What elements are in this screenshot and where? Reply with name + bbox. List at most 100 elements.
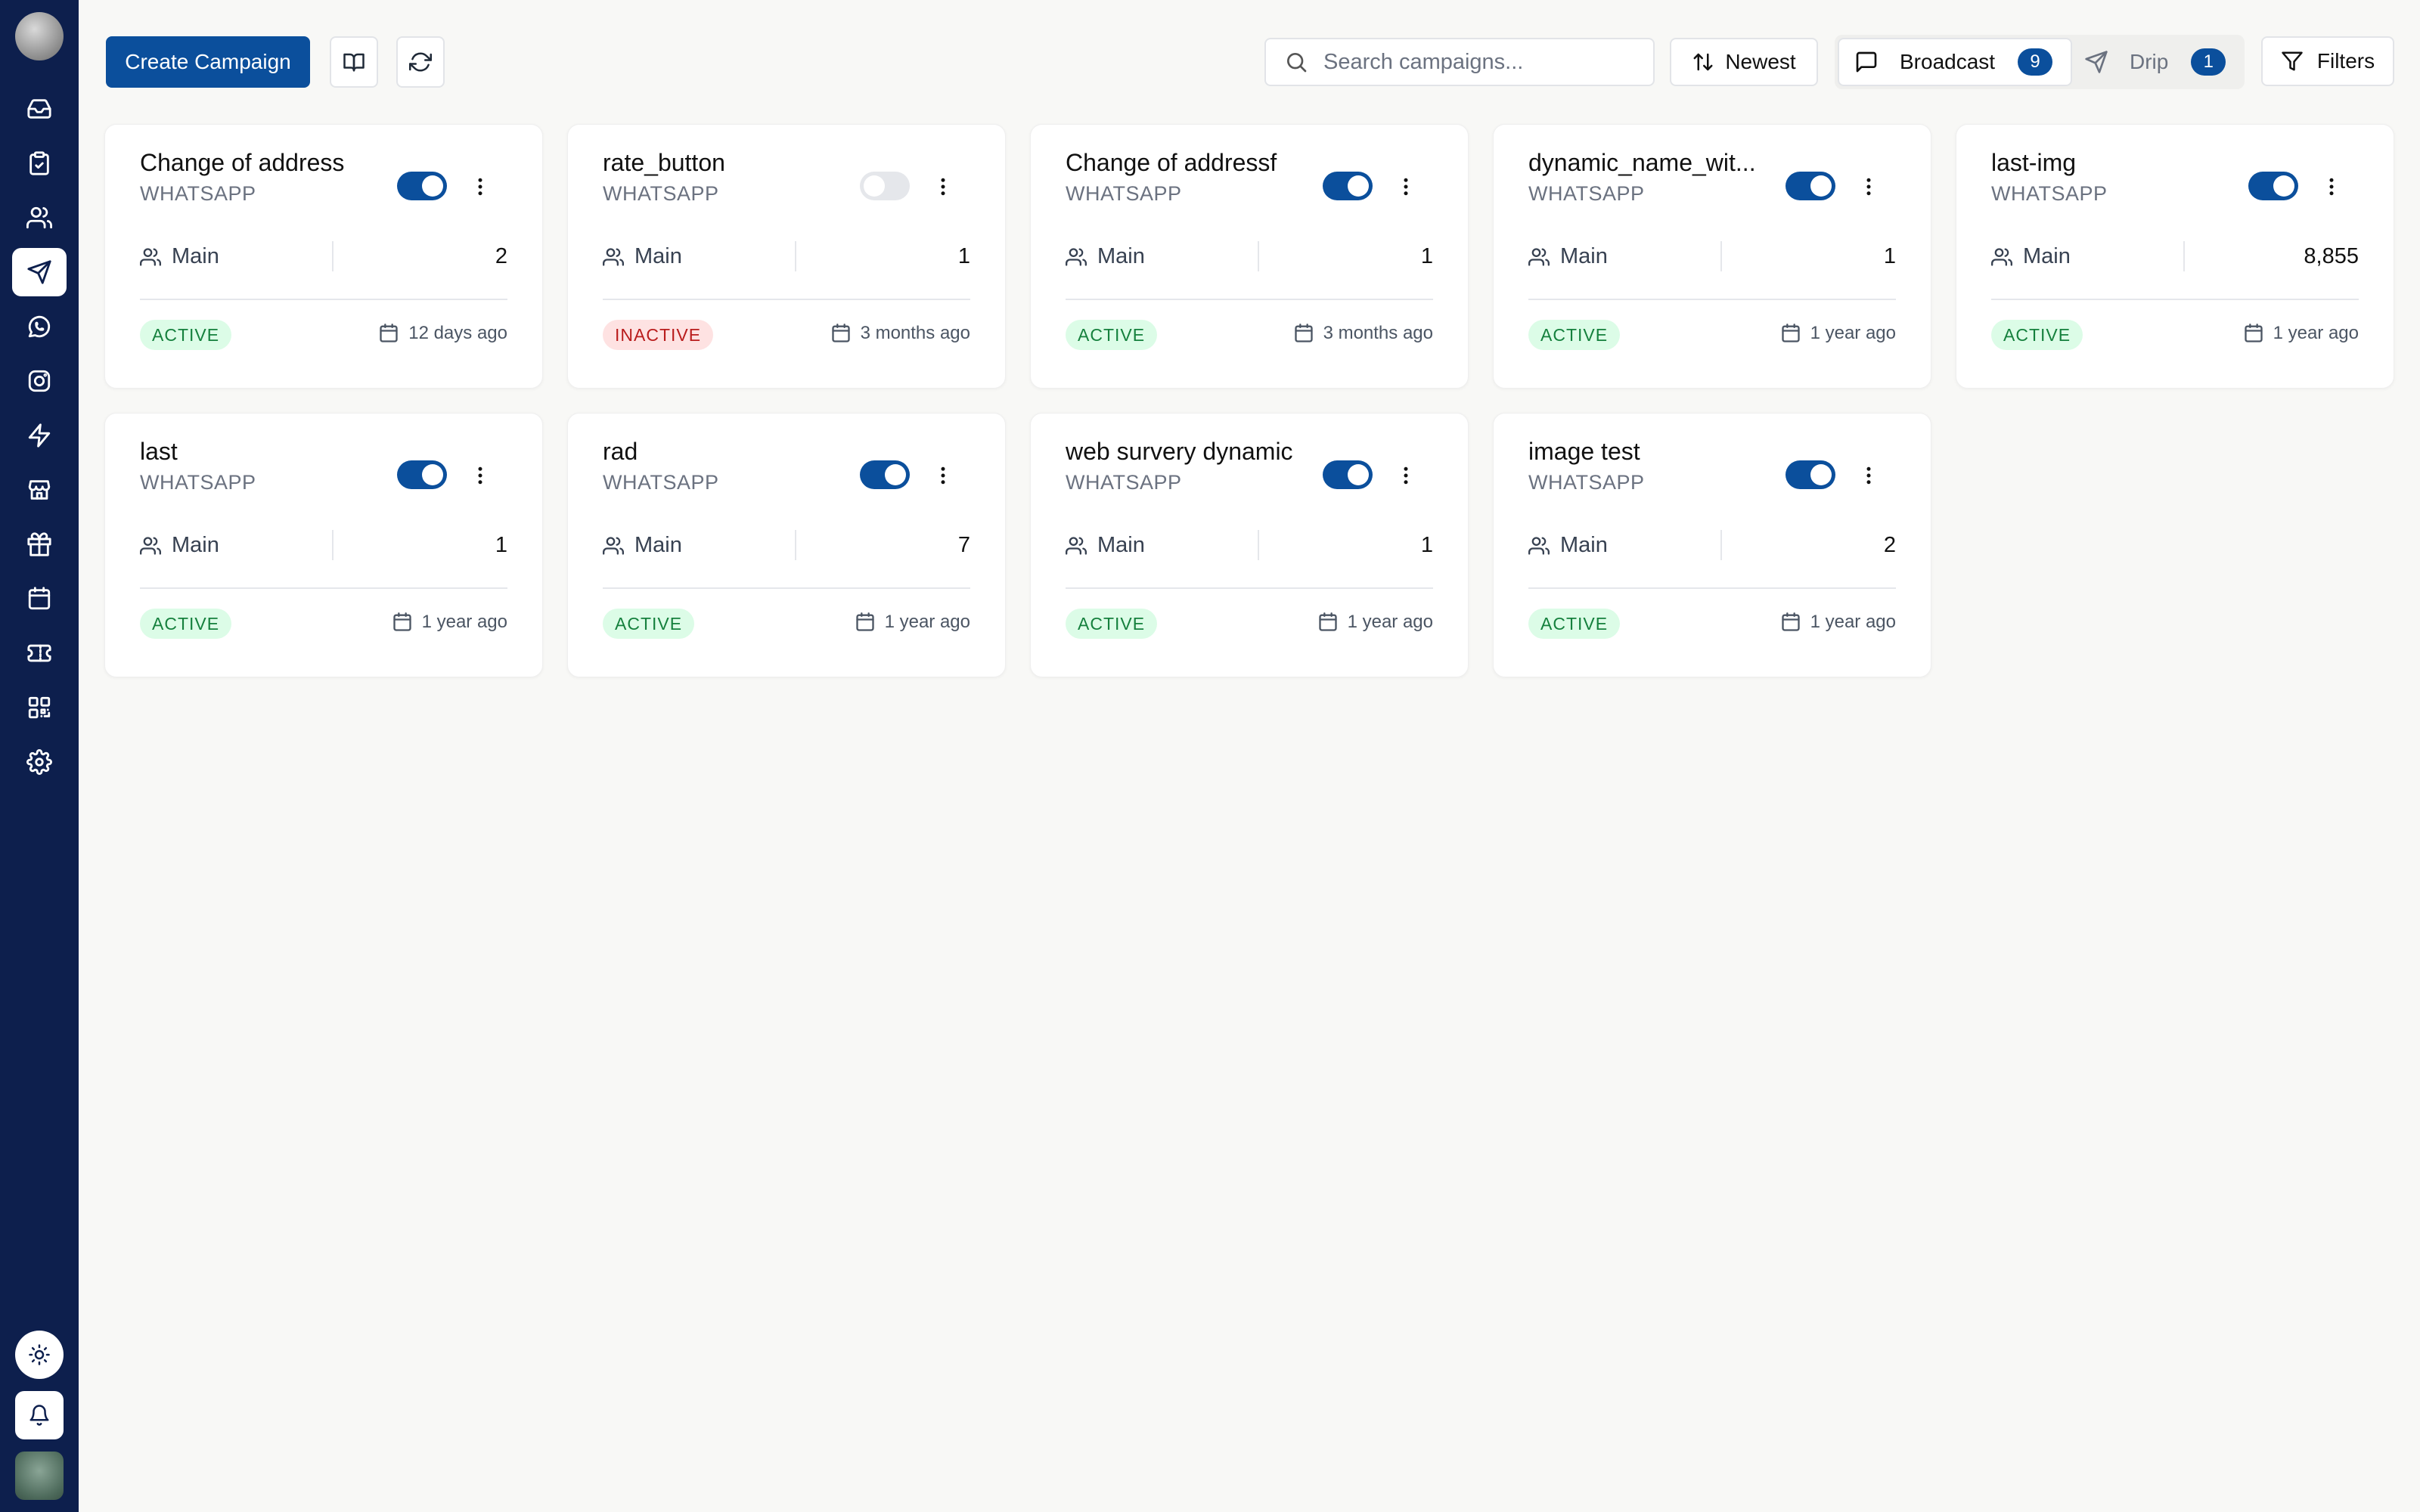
qr-code-icon[interactable] bbox=[12, 683, 67, 732]
campaign-toggle[interactable] bbox=[1323, 460, 1373, 489]
sort-button[interactable]: Newest bbox=[1670, 38, 1818, 86]
tab-broadcast[interactable]: Broadcast 9 bbox=[1838, 38, 2072, 86]
zap-icon[interactable] bbox=[12, 411, 67, 460]
campaign-type-tabs: Broadcast 9 Drip 1 bbox=[1835, 35, 2245, 89]
search-input[interactable] bbox=[1323, 49, 1641, 75]
campaign-card[interactable]: web survery dynamic WHATSAPP Main 1 ACTI… bbox=[1030, 413, 1469, 677]
create-campaign-button[interactable]: Create Campaign bbox=[106, 36, 310, 88]
more-options-button[interactable] bbox=[1854, 170, 1884, 203]
divider bbox=[795, 530, 796, 560]
divider bbox=[2183, 241, 2185, 271]
campaign-toggle[interactable] bbox=[397, 460, 447, 489]
filters-button[interactable]: Filters bbox=[2261, 36, 2394, 86]
inbox-icon[interactable] bbox=[12, 85, 67, 133]
more-options-button[interactable] bbox=[2316, 170, 2347, 203]
docs-button[interactable] bbox=[330, 36, 378, 88]
campaign-channel: WHATSAPP bbox=[603, 471, 719, 494]
campaign-toggle[interactable] bbox=[860, 460, 910, 489]
recipient-count: 2 bbox=[1883, 533, 1896, 557]
drip-count-badge: 1 bbox=[2191, 48, 2226, 76]
more-options-button[interactable] bbox=[465, 459, 495, 492]
campaign-channel: WHATSAPP bbox=[1066, 182, 1182, 205]
campaign-card[interactable]: dynamic_name_wit... WHATSAPP Main 1 ACTI… bbox=[1493, 124, 1931, 389]
campaign-toggle[interactable] bbox=[1786, 460, 1835, 489]
users-icon[interactable] bbox=[12, 194, 67, 242]
more-options-button[interactable] bbox=[928, 459, 958, 492]
more-options-button[interactable] bbox=[1391, 170, 1421, 203]
campaign-date: 3 months ago bbox=[1293, 323, 1433, 344]
more-vertical-icon bbox=[941, 178, 945, 196]
recipient-count: 2 bbox=[495, 244, 507, 268]
more-vertical-icon bbox=[478, 466, 482, 485]
divider bbox=[1258, 530, 1259, 560]
campaign-toggle[interactable] bbox=[1786, 172, 1835, 200]
campaign-card[interactable]: Change of addressf WHATSAPP Main 1 ACTIV… bbox=[1030, 124, 1469, 389]
campaign-title: rate_button bbox=[603, 149, 725, 176]
divider bbox=[1258, 241, 1259, 271]
campaign-channel: WHATSAPP bbox=[140, 182, 256, 205]
audience: Main bbox=[603, 533, 682, 558]
send-icon bbox=[2085, 51, 2108, 73]
campaign-card[interactable]: rate_button WHATSAPP Main 1 INACTIVE 3 m… bbox=[567, 124, 1006, 389]
more-options-button[interactable] bbox=[1854, 459, 1884, 492]
divider bbox=[1720, 530, 1722, 560]
audience-label: Main bbox=[172, 533, 219, 557]
divider bbox=[1991, 299, 2359, 300]
recipient-count: 7 bbox=[957, 533, 970, 557]
gift-icon[interactable] bbox=[12, 520, 67, 569]
campaign-title: rad bbox=[603, 438, 638, 465]
bell-icon[interactable] bbox=[15, 1391, 64, 1439]
divider bbox=[1528, 587, 1896, 589]
refresh-button[interactable] bbox=[396, 36, 445, 88]
more-options-button[interactable] bbox=[1391, 459, 1421, 492]
campaign-title: Change of addressf bbox=[1066, 149, 1277, 176]
campaign-toggle[interactable] bbox=[1323, 172, 1373, 200]
store-icon[interactable] bbox=[12, 466, 67, 514]
campaign-card[interactable]: rad WHATSAPP Main 7 ACTIVE 1 year ago bbox=[567, 413, 1006, 677]
campaign-title: web survery dynamic bbox=[1066, 438, 1293, 465]
user-avatar[interactable] bbox=[15, 1452, 64, 1500]
ticket-icon[interactable] bbox=[12, 629, 67, 677]
audience: Main bbox=[1528, 244, 1608, 269]
calendar-icon bbox=[1318, 612, 1337, 631]
campaign-toggle[interactable] bbox=[860, 172, 910, 200]
divider bbox=[603, 587, 970, 589]
calendar-icon bbox=[831, 324, 850, 342]
campaign-card[interactable]: image test WHATSAPP Main 2 ACTIVE 1 year… bbox=[1493, 413, 1931, 677]
date-label: 12 days ago bbox=[408, 323, 507, 343]
more-options-button[interactable] bbox=[465, 170, 495, 203]
more-vertical-icon bbox=[941, 466, 945, 485]
calendar-icon bbox=[392, 612, 411, 631]
calendar-icon[interactable] bbox=[12, 575, 67, 623]
users-icon bbox=[1991, 247, 2012, 266]
campaign-card[interactable]: last-img WHATSAPP Main 8,855 ACTIVE 1 ye… bbox=[1956, 124, 2394, 389]
status-badge: ACTIVE bbox=[140, 320, 232, 350]
campaign-channel: WHATSAPP bbox=[140, 471, 256, 494]
campaign-channel: WHATSAPP bbox=[1528, 471, 1645, 494]
users-icon bbox=[603, 536, 624, 555]
campaign-title: last bbox=[140, 438, 178, 465]
clipboard-icon[interactable] bbox=[12, 139, 67, 187]
theme-toggle-icon[interactable] bbox=[15, 1331, 64, 1379]
campaign-card[interactable]: Change of address WHATSAPP Main 2 ACTIVE… bbox=[104, 124, 543, 389]
date-label: 3 months ago bbox=[860, 323, 970, 343]
tab-drip[interactable]: Drip 1 bbox=[2084, 38, 2243, 86]
audience-label: Main bbox=[1097, 533, 1145, 557]
campaign-toggle[interactable] bbox=[2248, 172, 2298, 200]
campaign-date: 1 year ago bbox=[1780, 323, 1896, 344]
arrow-up-down-icon bbox=[1693, 53, 1713, 71]
instagram-icon[interactable] bbox=[12, 357, 67, 405]
campaign-card[interactable]: last WHATSAPP Main 1 ACTIVE 1 year ago bbox=[104, 413, 543, 677]
settings-icon[interactable] bbox=[12, 738, 67, 786]
date-label: 1 year ago bbox=[1810, 612, 1896, 632]
more-options-button[interactable] bbox=[928, 170, 958, 203]
campaign-toggle[interactable] bbox=[397, 172, 447, 200]
audience-label: Main bbox=[1097, 244, 1145, 268]
workspace-avatar[interactable] bbox=[15, 12, 64, 60]
audience: Main bbox=[1066, 244, 1145, 269]
send-icon[interactable] bbox=[12, 248, 67, 296]
whatsapp-icon[interactable] bbox=[12, 302, 67, 351]
campaign-date: 1 year ago bbox=[1317, 612, 1433, 633]
more-vertical-icon bbox=[1404, 466, 1408, 485]
calendar-icon bbox=[1294, 324, 1313, 342]
